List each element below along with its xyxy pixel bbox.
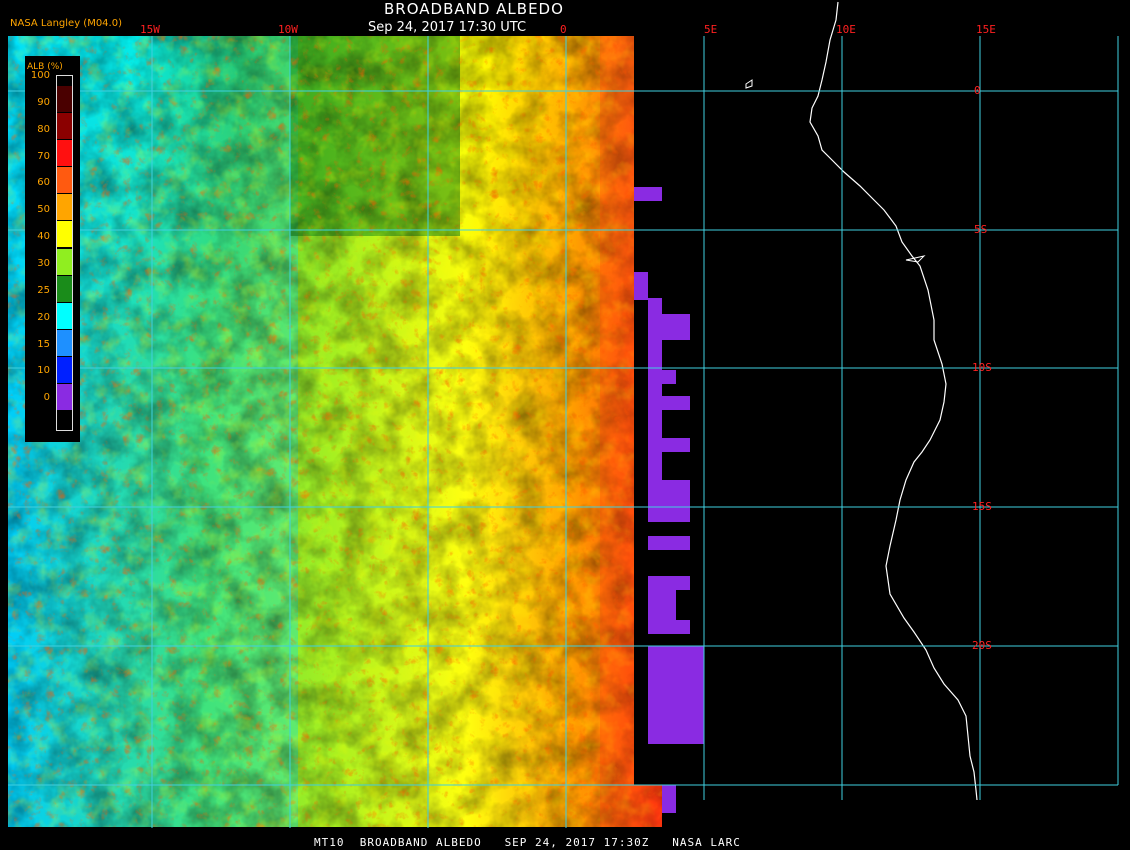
lon-label-0: 0 bbox=[560, 23, 567, 36]
legend-value: 20 bbox=[37, 311, 50, 323]
legend-value: 50 bbox=[37, 204, 50, 216]
legend-value: 25 bbox=[37, 284, 50, 296]
map-title: BROADBAND ALBEDO bbox=[384, 0, 564, 18]
lat-label-5s: 5S bbox=[974, 223, 988, 236]
lon-label-15w: 15W bbox=[140, 23, 160, 36]
legend-value: 90 bbox=[37, 96, 50, 108]
legend-swatch bbox=[57, 140, 73, 167]
legend-swatch bbox=[57, 194, 73, 221]
legend-value: 60 bbox=[37, 177, 50, 189]
legend-swatch bbox=[57, 302, 73, 329]
albedo-map bbox=[0, 0, 1130, 850]
legend-swatch bbox=[57, 113, 73, 140]
lon-label-10w: 10W bbox=[278, 23, 298, 36]
satellite-swath bbox=[8, 36, 662, 827]
legend-value: 70 bbox=[37, 150, 50, 162]
lat-label-15s: 15S bbox=[972, 500, 992, 513]
legend-value: 10 bbox=[37, 365, 50, 377]
lat-label-0: 0 bbox=[974, 84, 981, 97]
legend-value: 15 bbox=[37, 338, 50, 350]
legend-swatch bbox=[57, 329, 73, 356]
legend-swatch bbox=[57, 167, 73, 194]
source-label: NASA Langley (M04.0) bbox=[10, 18, 122, 29]
legend-swatch bbox=[57, 221, 73, 248]
legend-value: 0 bbox=[43, 392, 50, 404]
albedo-legend: ALB (%) 100 90 80 70 60 50 40 30 25 20 15 10 0 bbox=[25, 56, 80, 442]
legend-swatch bbox=[57, 356, 73, 383]
legend-value: 80 bbox=[37, 123, 50, 135]
lat-label-10s: 10S bbox=[972, 361, 992, 374]
legend-value: 30 bbox=[37, 258, 50, 270]
lon-label-5e: 5E bbox=[704, 23, 718, 36]
legend-swatch bbox=[57, 86, 73, 112]
legend-swatch bbox=[57, 275, 73, 302]
lat-label-20s: 20S bbox=[972, 639, 992, 652]
legend-swatch bbox=[57, 383, 73, 410]
lon-label-10e: 10E bbox=[836, 23, 856, 36]
legend-value: 40 bbox=[37, 231, 50, 243]
legend-value: 100 bbox=[30, 70, 50, 81]
lon-label-15e: 15E bbox=[976, 23, 996, 36]
footer-caption: MT10 BROADBAND ALBEDO SEP 24, 2017 17:30… bbox=[314, 836, 741, 849]
legend-swatch bbox=[57, 248, 73, 275]
map-timestamp: Sep 24, 2017 17:30 UTC bbox=[368, 20, 527, 35]
